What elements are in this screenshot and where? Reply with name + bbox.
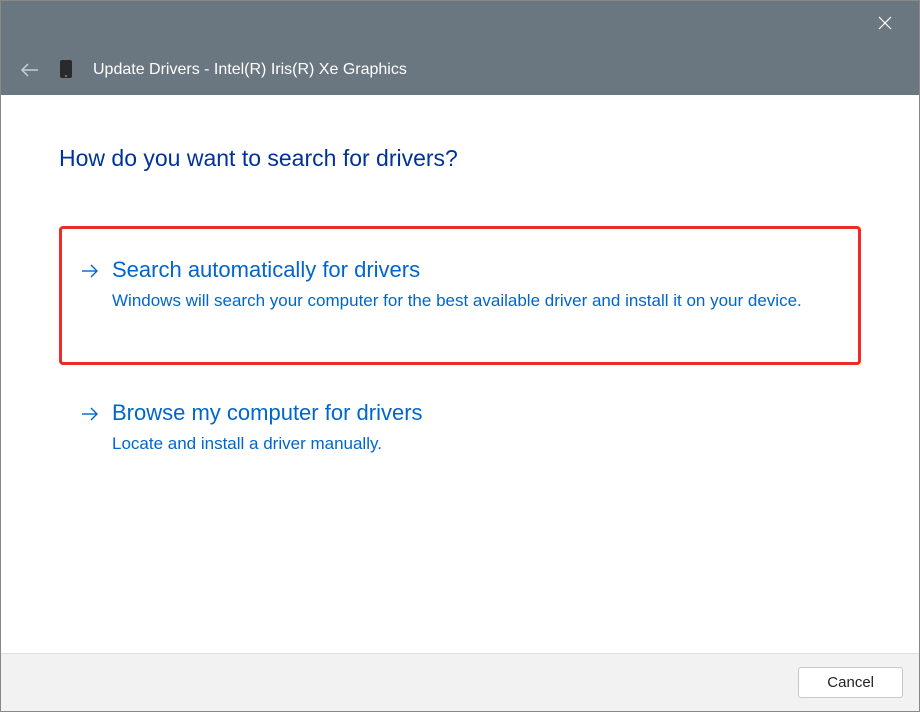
update-drivers-dialog: Update Drivers - Intel(R) Iris(R) Xe Gra… [0,0,920,712]
close-icon [878,16,892,30]
arrow-right-icon [80,263,100,284]
option-title: Browse my computer for drivers [112,400,834,426]
titlebar-sub: Update Drivers - Intel(R) Iris(R) Xe Gra… [1,45,919,95]
back-arrow-icon [20,62,40,78]
option-search-automatically[interactable]: Search automatically for drivers Windows… [59,226,861,365]
dialog-heading: How do you want to search for drivers? [59,145,861,172]
titlebar [1,1,919,45]
window-title: Update Drivers - Intel(R) Iris(R) Xe Gra… [93,61,407,79]
dialog-footer: Cancel [1,653,919,711]
dialog-content: How do you want to search for drivers? S… [1,95,919,653]
close-button[interactable] [863,1,907,45]
back-button[interactable] [19,59,41,81]
option-text: Browse my computer for drivers Locate an… [112,400,834,457]
option-browse-computer[interactable]: Browse my computer for drivers Locate an… [59,397,861,460]
option-title: Search automatically for drivers [112,257,834,283]
option-description: Locate and install a driver manually. [112,432,834,457]
device-icon [59,59,75,81]
cancel-button[interactable]: Cancel [798,667,903,698]
option-description: Windows will search your computer for th… [112,289,834,314]
arrow-right-icon [80,406,100,427]
option-text: Search automatically for drivers Windows… [112,257,834,314]
